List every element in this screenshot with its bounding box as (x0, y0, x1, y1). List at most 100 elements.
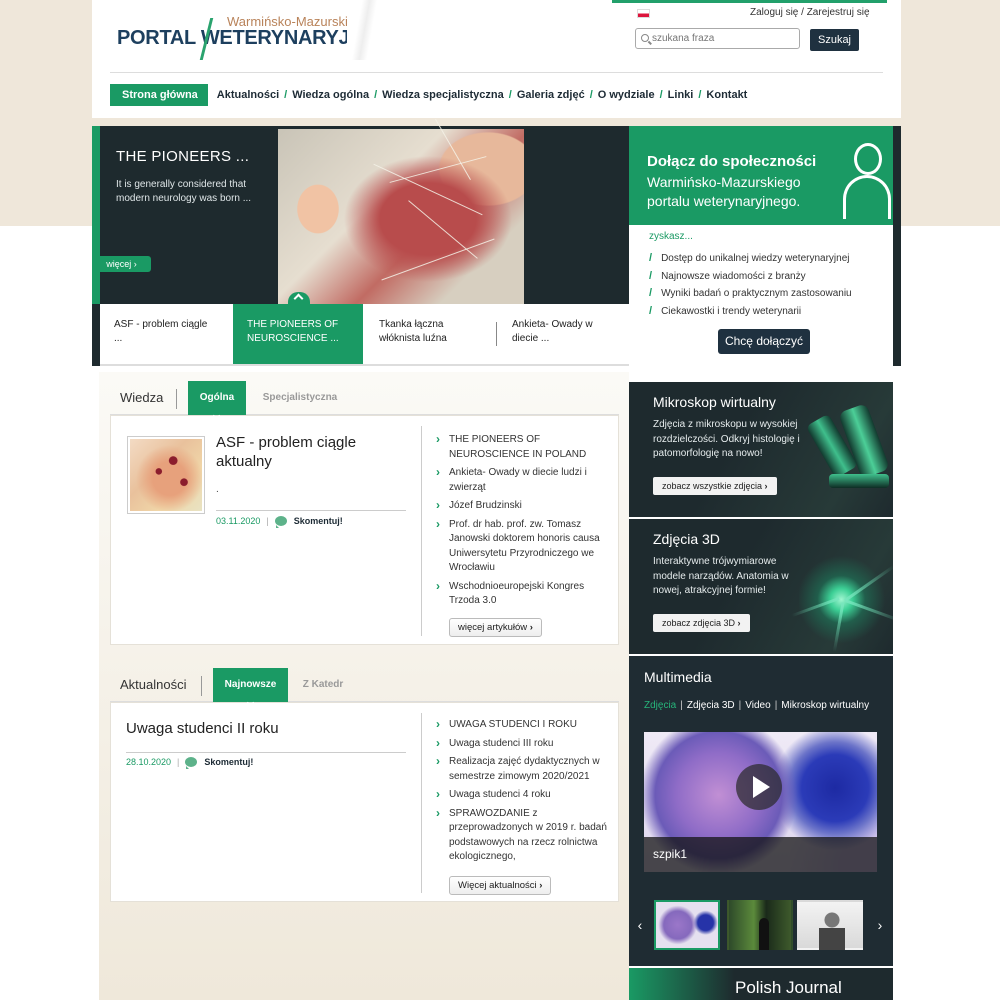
next-arrow-icon[interactable]: › (873, 914, 887, 936)
search-input[interactable] (652, 31, 792, 46)
microscope-button[interactable]: zobacz wszystkie zdjęcia (653, 477, 777, 495)
polish-journal-banner[interactable]: Polish Journal (629, 968, 893, 1000)
join-gain-label: zyskasz... (649, 231, 693, 242)
news-list: UWAGA STUDENCI I ROKU Uwaga studenci III… (436, 717, 608, 869)
meta-separator: | (266, 516, 269, 526)
comment-link[interactable]: Skomentuj! (204, 757, 253, 767)
prev-arrow-icon[interactable]: ‹ (633, 914, 647, 936)
slider-tabs: ASF - problem ciągle ... THE PIONEERS OF… (100, 304, 629, 366)
featured-meta: 03.11.2020 | Skomentuj! (216, 516, 343, 528)
microscope-text: Zdjęcia z mikroskopu w wysokiej rozdziel… (653, 419, 800, 459)
nerve-line (435, 118, 471, 181)
3d-card: Zdjęcia 3D Interaktywne trójwymiarowe mo… (629, 519, 893, 654)
multimedia-title: Multimedia (644, 669, 712, 685)
featured-divider (126, 752, 406, 753)
thumbnail[interactable] (797, 900, 863, 950)
slider-tab-divider (496, 322, 497, 346)
multimedia-tabs: Zdjęcia | Zdjęcia 3D | Video | Mikroskop wirtu… (644, 700, 869, 711)
video-caption: szpik1 (644, 837, 877, 872)
thumbnail-active[interactable] (654, 900, 720, 950)
news-link[interactable]: UWAGA STUDENCI I ROKU (436, 717, 608, 733)
slide-more-button[interactable]: więcej › (92, 256, 151, 272)
polish-journal-title: Polish Journal (735, 978, 842, 997)
mm-tab-mikroskop[interactable]: Mikroskop wirtualny (781, 700, 869, 711)
tab-najnowsze[interactable]: Najnowsze (213, 668, 288, 709)
wiedza-content: ASF - problem ciągle aktualny . 03.11.20… (110, 415, 619, 645)
benefit-item: Dostęp do unikalnej wiedzy weterynaryjne… (649, 250, 852, 268)
3d-button[interactable]: zobacz zdjęcia 3D (653, 614, 750, 632)
column-divider (421, 713, 422, 893)
nav-item-general-knowledge[interactable]: Wiedza ogólna (287, 84, 374, 106)
header-decoration (347, 0, 387, 60)
login-separator: / (801, 7, 804, 18)
3d-title[interactable]: Zdjęcia 3D (653, 531, 720, 547)
nav-item-news[interactable]: Aktualności (212, 84, 284, 106)
nav-item-links[interactable]: Linki (663, 84, 699, 106)
neuron-image (791, 539, 893, 653)
slide-title[interactable]: THE PIONEERS ... (116, 148, 249, 165)
article-link[interactable]: Ankieta- Owady w diecie ludzi i zwierząt (436, 465, 608, 495)
tab-ogolna[interactable]: Ogólna (188, 381, 246, 422)
featured-title[interactable]: Uwaga studenci II roku (126, 719, 396, 738)
nerve-line (381, 238, 495, 281)
comment-icon (185, 757, 198, 769)
news-link[interactable]: Realizacja zajęć dydaktycznych w semestr… (436, 754, 608, 784)
microscope-title[interactable]: Mikroskop wirtualny (653, 394, 776, 410)
join-subheading: Warmińsko-Mazurskiego portalu weterynary… (647, 174, 801, 209)
logo-title: PORTAL WETERYNARYJNY (117, 27, 377, 49)
featured-thumbnail[interactable] (127, 436, 205, 514)
wiedza-tabs: Wiedza Ogólna Specjalistyczna (110, 381, 619, 422)
header-divider (110, 72, 883, 73)
search-icon (641, 34, 649, 42)
play-icon[interactable] (736, 764, 782, 810)
more-news-button[interactable]: Więcej aktualności (449, 876, 552, 895)
mm-tab-video[interactable]: Video (745, 700, 770, 711)
register-link[interactable]: Zarejestruj się (807, 7, 870, 18)
slider-accent-bar (92, 126, 100, 304)
benefit-item: Najnowsze wiadomości z branży (649, 268, 852, 286)
thumbnail[interactable] (727, 900, 793, 950)
slider-tab-active[interactable]: THE PIONEERS OF NEUROSCIENCE ... (233, 304, 363, 364)
polish-flag-icon[interactable] (637, 9, 650, 18)
slider-tab[interactable]: Ankieta- Owady w diecie ... (498, 304, 628, 364)
slider-tab[interactable]: ASF - problem ciągle ... (100, 304, 230, 364)
tab-specjalistyczna[interactable]: Specjalistyczna (250, 381, 350, 415)
article-link[interactable]: THE PIONEERS OF NEUROSCIENCE IN POLAND (436, 432, 608, 462)
tab-z-katedr[interactable]: Z Katedr (292, 668, 354, 702)
video-player[interactable]: szpik1 (644, 732, 877, 872)
featured-excerpt: . (216, 484, 219, 495)
main-nav: Strona główna Aktualności / Wiedza ogóln… (110, 84, 752, 106)
search-box (635, 28, 800, 49)
hero-slider: THE PIONEERS ... It is generally conside… (92, 118, 629, 366)
mm-tab-zdjecia[interactable]: Zdjęcia (644, 700, 676, 711)
benefit-item: Wyniki badań o praktycznym zastosowaniu (649, 285, 852, 303)
column-divider (421, 426, 422, 636)
slider-tab[interactable]: Tkanka łączna włóknista luźna (365, 304, 495, 364)
news-link[interactable]: Uwaga studenci 4 roku (436, 787, 608, 803)
slide-text: It is generally considered that modern n… (116, 179, 252, 204)
search-button[interactable]: Szukaj (810, 29, 859, 51)
nav-item-home[interactable]: Strona główna (110, 84, 208, 106)
mm-tab-zdjecia-3d[interactable]: Zdjęcia 3D (687, 700, 735, 711)
featured-title[interactable]: ASF - problem ciągle aktualny (216, 433, 386, 471)
comment-icon (274, 516, 287, 528)
article-link[interactable]: Józef Brudzinski (436, 498, 608, 514)
mm-tab-sep: | (738, 700, 742, 711)
news-link[interactable]: Uwaga studenci III roku (436, 736, 608, 752)
comment-link[interactable]: Skomentuj! (294, 516, 343, 526)
microscope-icon (805, 396, 893, 516)
nav-item-contact[interactable]: Kontakt (701, 84, 752, 106)
nav-item-gallery[interactable]: Galeria zdjęć (512, 84, 590, 106)
more-articles-button[interactable]: więcej artykułów (449, 618, 542, 637)
article-link[interactable]: Prof. dr hab. prof. zw. Tomasz Janowski … (436, 517, 608, 576)
article-list: THE PIONEERS OF NEUROSCIENCE IN POLAND A… (436, 432, 608, 613)
microscope-card: Mikroskop wirtualny Zdjęcia z mikroskopu… (629, 382, 893, 517)
news-link[interactable]: SPRAWOZDANIE z przeprowadzonych w 2019 r… (436, 806, 608, 865)
3d-text: Interaktywne trójwymiarowe modele narząd… (653, 556, 789, 596)
login-link[interactable]: Zaloguj się (750, 7, 798, 18)
article-link[interactable]: Wschodnioeuropejski Kongres Trzoda 3.0 (436, 579, 608, 609)
nav-item-specialist-knowledge[interactable]: Wiedza specjalistyczna (377, 84, 509, 106)
nav-item-about[interactable]: O wydziale (593, 84, 660, 106)
join-button[interactable]: Chcę dołączyć (718, 329, 810, 354)
slide-image-anatomy[interactable] (278, 118, 524, 304)
